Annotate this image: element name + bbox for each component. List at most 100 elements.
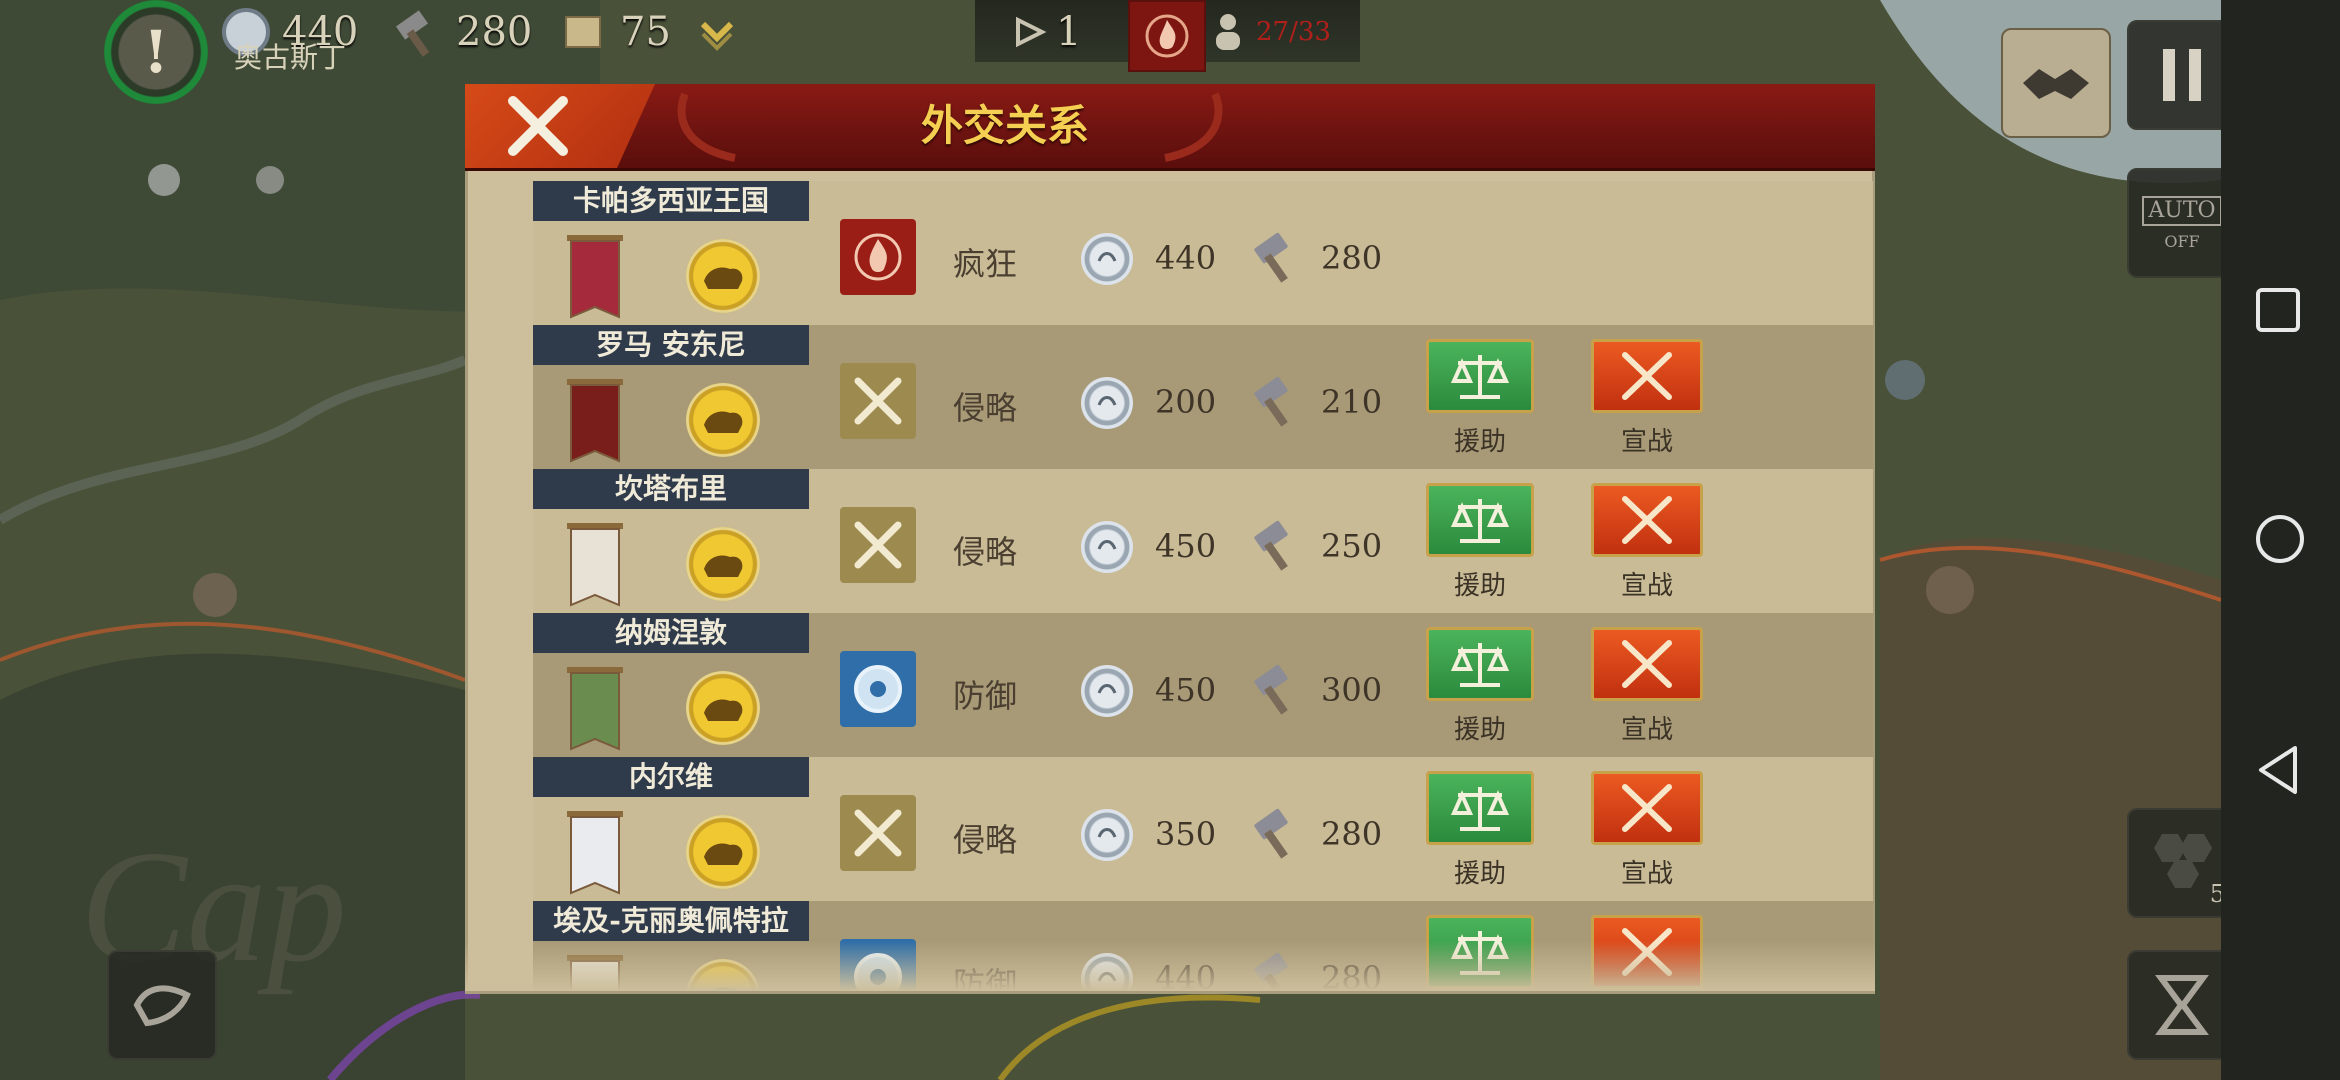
recent-apps-button[interactable] [2255,287,2301,337]
fire-icon [840,219,916,295]
silver-coin-icon [1081,521,1133,573]
scales-icon [1450,499,1510,543]
declare-war-button[interactable] [1591,771,1703,845]
declare-war-button[interactable] [1591,339,1703,413]
scroll-menu-button[interactable] [107,950,217,1060]
nation-banner-icon [567,379,623,463]
hammer-icon [1254,808,1288,859]
crossed-swords-icon [840,507,916,583]
shield-icon [840,651,916,727]
silver-coin-icon [1081,665,1133,717]
scroll-value: 75 [620,9,671,55]
nation-name: 纳姆涅敦 [533,613,809,653]
hammer-icon [1254,232,1288,283]
aid-label: 援助 [1453,859,1506,889]
alert-button[interactable]: ! [104,0,208,104]
lion-medal-icon [686,671,760,745]
fire-icon [1145,14,1189,58]
population-value: 27/33 [1256,17,1331,47]
declare-war-button[interactable] [1591,627,1703,701]
hammer-icon [392,7,442,57]
handshake-icon [2023,69,2089,99]
auto-state: OFF [2164,231,2200,251]
crossed-swords-icon [1622,496,1672,544]
nation-name: 埃及-克丽奥佩特拉 [533,901,809,941]
scales-icon [1450,787,1510,831]
crossed-swords-icon [840,795,916,871]
aid-label: 援助 [1453,571,1506,601]
crossed-swords-icon [840,363,916,439]
declare-war-button[interactable] [1591,483,1703,557]
aid-button[interactable] [1426,771,1534,845]
hammer-icon [1254,376,1288,427]
war-label: 宣战 [1620,427,1673,457]
back-button[interactable] [2255,744,2301,800]
square-icon [2256,288,2300,332]
aid-button[interactable] [1426,339,1534,413]
crossed-swords-icon [1622,640,1672,688]
lion-medal-icon [686,383,760,457]
orders-value: 1 [1056,9,1082,55]
aid-label: 援助 [1453,715,1506,745]
stance-label: 侵略 [953,533,1018,571]
diplomacy-button[interactable] [2001,28,2111,138]
stance-label: 侵略 [953,389,1018,427]
hammer-icon [1254,520,1288,571]
war-label: 宣战 [1620,571,1673,601]
chevron-down-icon[interactable] [697,12,737,52]
nation-row: 卡帕多西亚王国疯狂 440 280 [533,181,1873,325]
nation-row: 罗马 安东尼 侵略 200 210 援助 宣战 [533,325,1873,469]
lion-medal-icon [686,527,760,601]
exclamation-icon: ! [143,18,169,86]
nation-row: 纳姆涅敦防御 450 300 援助 宣战 [533,613,1873,757]
nation-name: 卡帕多西亚王国 [533,181,809,221]
home-button[interactable] [2255,514,2305,568]
person-icon [1212,12,1244,52]
scroll-resource: 75 [560,0,737,64]
crossed-swords-icon [1622,784,1672,832]
silver-value: 440 [1155,239,1217,277]
silver-coin-icon [1081,377,1133,429]
dialog-title: 外交关系 [920,101,1089,150]
hammer-value: 280 [1321,815,1383,853]
nation-name: 内尔维 [533,757,809,797]
scroll-icon [133,985,191,1027]
laurel-right-icon [1164,92,1223,162]
silver-coin-icon [1081,233,1133,285]
nation-banner-icon [567,667,623,751]
population-resource: 27/33 [1212,0,1331,64]
circle-icon [2256,515,2304,563]
nation-name: 坎塔布里 [533,469,809,509]
nation-row: 内尔维 侵略 350 280 援助 宣战 [533,757,1873,901]
pause-icon [2163,49,2201,101]
player-label: 奥古斯丁 [234,41,347,74]
order-icon [1010,12,1050,52]
hammer-value: 300 [1321,671,1383,709]
aid-button[interactable] [1426,627,1534,701]
stance-tab[interactable] [1128,0,1206,72]
dialog-header: 外交关系 [465,84,1875,171]
close-icon [508,96,568,156]
silver-coin-icon [1081,809,1133,861]
aid-button[interactable] [1426,483,1534,557]
scales-icon [1450,355,1510,399]
hammer-resource: 280 [392,0,532,64]
diplomacy-dialog: 外交关系 卡帕多西亚王国疯狂 440 280 罗马 安东尼 侵略 200 210 援助 宣战 坎塔… [465,84,1875,994]
close-button[interactable] [465,84,655,168]
lion-medal-icon [686,815,760,889]
stance-label: 疯狂 [953,245,1018,283]
hammer-value: 210 [1321,383,1383,421]
war-label: 宣战 [1620,715,1673,745]
stance-label: 防御 [953,677,1018,715]
silver-value: 450 [1155,671,1217,709]
scroll-icon [560,9,606,55]
hammer-value: 280 [1321,239,1383,277]
hammer-icon [1254,664,1288,715]
nation-banner-icon [567,811,623,895]
stance-label: 侵略 [953,821,1018,859]
nation-list[interactable]: 卡帕多西亚王国 疯狂 440 280 罗马 安东尼 侵略 200 210 援助 宣战 坎塔布里 侵略 4… [465,181,1875,991]
nation-banner-icon [567,235,623,319]
nation-banner-icon [567,523,623,607]
silver-value: 350 [1155,815,1217,853]
hammer-value: 280 [456,9,533,55]
